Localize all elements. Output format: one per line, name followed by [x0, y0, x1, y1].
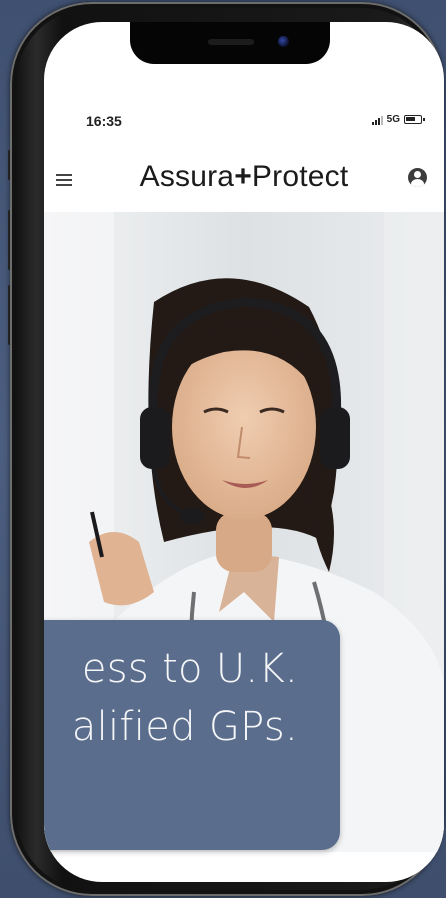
- phone-screen: 16:35 5G Assura+Protect ess to U.K. alif…: [44, 22, 444, 882]
- caption-line-2: alified GPs.: [71, 704, 298, 750]
- notch: [130, 22, 330, 64]
- app-title-right: Protect: [251, 160, 349, 193]
- app-title-plus: +: [234, 160, 252, 193]
- caption-overlay: ess to U.K. alified GPs.: [44, 620, 340, 850]
- front-camera-icon: [278, 36, 289, 47]
- app-title-left: Assura: [139, 160, 235, 193]
- speaker-grille: [208, 39, 254, 45]
- status-time: 16:35: [86, 113, 122, 129]
- app-header: Assura+Protect: [44, 152, 444, 208]
- phone-frame: 16:35 5G Assura+Protect ess to U.K. alif…: [10, 2, 444, 896]
- caption-line-1: ess to U.K.: [81, 646, 298, 692]
- battery-icon: [404, 115, 425, 124]
- app-title: Assura+Protect: [44, 160, 444, 194]
- signal-icon: [371, 115, 383, 125]
- profile-icon[interactable]: [408, 168, 427, 187]
- network-label: 5G: [386, 114, 400, 125]
- status-icons: 5G: [371, 114, 425, 125]
